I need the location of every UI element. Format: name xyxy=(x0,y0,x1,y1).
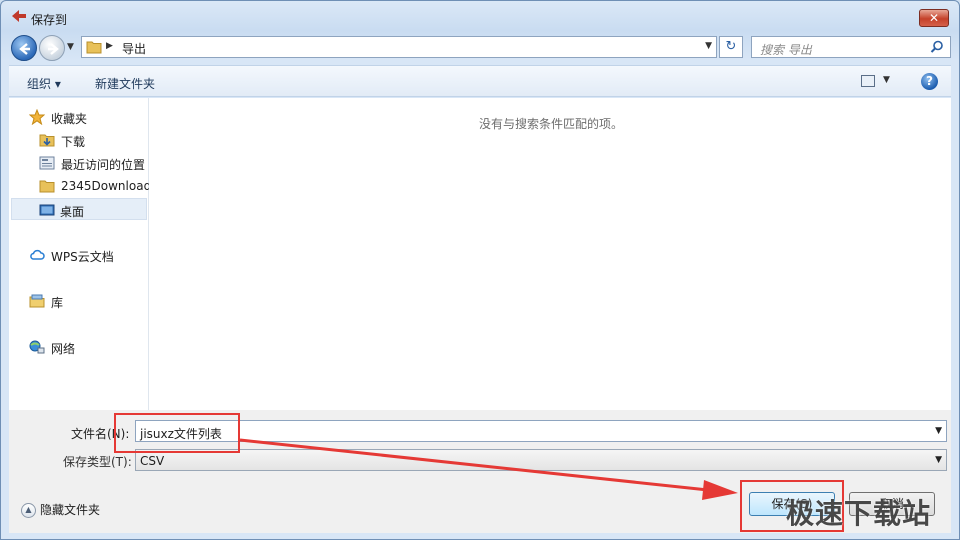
filename-field[interactable]: jisuxz文件列表 ▼ xyxy=(135,420,947,442)
view-options-icon[interactable] xyxy=(861,75,875,87)
search-placeholder: 搜索 导出 xyxy=(760,43,812,57)
cloud-icon xyxy=(30,249,45,260)
nav-item-desktop[interactable]: 桌面 xyxy=(11,198,147,220)
chevron-right-icon: ▶ xyxy=(106,41,113,51)
nav-item-label: 网络 xyxy=(51,342,76,356)
nav-item-label: 下载 xyxy=(61,135,86,149)
empty-results-message: 没有与搜索条件匹配的项。 xyxy=(479,117,624,131)
filetype-select[interactable]: CSV ▼ xyxy=(135,449,947,471)
watermark-logo: 极速下载站 xyxy=(786,497,932,530)
annotation-highlight-filename xyxy=(114,413,240,453)
help-button[interactable]: ? xyxy=(921,73,938,90)
recent-places-icon xyxy=(39,156,55,170)
recent-locations-dropdown[interactable]: ▼ xyxy=(67,42,74,52)
nav-item-2345download[interactable]: 2345Download xyxy=(39,175,152,197)
refresh-button[interactable]: ↻ xyxy=(719,36,743,58)
desktop-icon xyxy=(39,204,55,216)
arrow-right-icon xyxy=(48,43,59,55)
folder-icon xyxy=(86,41,102,54)
nav-item-label: 最近访问的位置 xyxy=(61,158,146,172)
nav-item-label: WPS云文档 xyxy=(51,250,114,264)
nav-item-libraries[interactable]: 库 xyxy=(29,290,147,312)
filetype-value: CSV xyxy=(140,454,165,468)
folder-icon xyxy=(39,180,55,193)
breadcrumb[interactable]: 导出 xyxy=(122,40,146,57)
window-title: 保存到 xyxy=(31,13,68,27)
title-bar: 保存到 ✕ xyxy=(1,1,959,31)
toolbar: 组织 ▾ 新建文件夹 ▼ ? xyxy=(9,65,951,97)
nav-item-wps-cloud[interactable]: WPS云文档 xyxy=(29,244,147,266)
address-bar[interactable]: ▶ 导出 ▼ xyxy=(81,36,717,58)
nav-item-downloads[interactable]: 下载 xyxy=(39,129,147,151)
new-folder-button[interactable]: 新建文件夹 xyxy=(95,75,155,92)
hide-folders-toggle[interactable]: ▲ 隐藏文件夹 xyxy=(21,501,100,518)
download-folder-icon xyxy=(39,134,55,147)
nav-item-label: 2345Download xyxy=(61,179,152,193)
nav-item-recent-places[interactable]: 最近访问的位置 xyxy=(39,152,149,174)
nav-item-network[interactable]: 网络 xyxy=(29,336,147,358)
close-button[interactable]: ✕ xyxy=(919,9,949,27)
nav-item-label: 桌面 xyxy=(60,205,85,219)
filetype-label: 保存类型(T): xyxy=(63,455,132,469)
forward-button[interactable] xyxy=(39,35,65,61)
back-button[interactable] xyxy=(11,35,37,61)
hide-folders-label: 隐藏文件夹 xyxy=(40,503,101,517)
library-icon xyxy=(29,294,45,308)
refresh-icon: ↻ xyxy=(725,39,737,54)
star-icon xyxy=(29,109,45,125)
app-icon xyxy=(12,10,26,22)
organize-menu[interactable]: 组织 ▾ xyxy=(27,75,61,92)
nav-item-favorites[interactable]: 收藏夹 xyxy=(29,106,147,128)
chevron-down-icon[interactable]: ▼ xyxy=(935,455,942,465)
save-dialog: 保存到 ✕ ▼ ▶ 导出 ▼ ↻ 搜索 导出 组织 ▾ 新建文件夹 ▼ ? 收藏… xyxy=(0,0,960,540)
search-input[interactable]: 搜索 导出 xyxy=(751,36,951,58)
network-icon xyxy=(29,340,45,354)
chevron-down-icon[interactable]: ▼ xyxy=(935,426,942,436)
navigation-pane: 收藏夹 下载 最近访问的位置 2345Download 桌面 WPS云文档 库 xyxy=(9,98,152,410)
file-list-pane[interactable]: 没有与搜索条件匹配的项。 xyxy=(149,98,951,410)
nav-item-label: 收藏夹 xyxy=(51,112,88,126)
arrow-left-icon xyxy=(19,43,30,55)
search-icon xyxy=(930,40,943,53)
chevron-down-icon[interactable]: ▼ xyxy=(705,41,712,51)
chevron-down-icon[interactable]: ▼ xyxy=(883,75,890,85)
collapse-icon: ▲ xyxy=(21,503,36,518)
nav-item-label: 库 xyxy=(51,296,64,310)
